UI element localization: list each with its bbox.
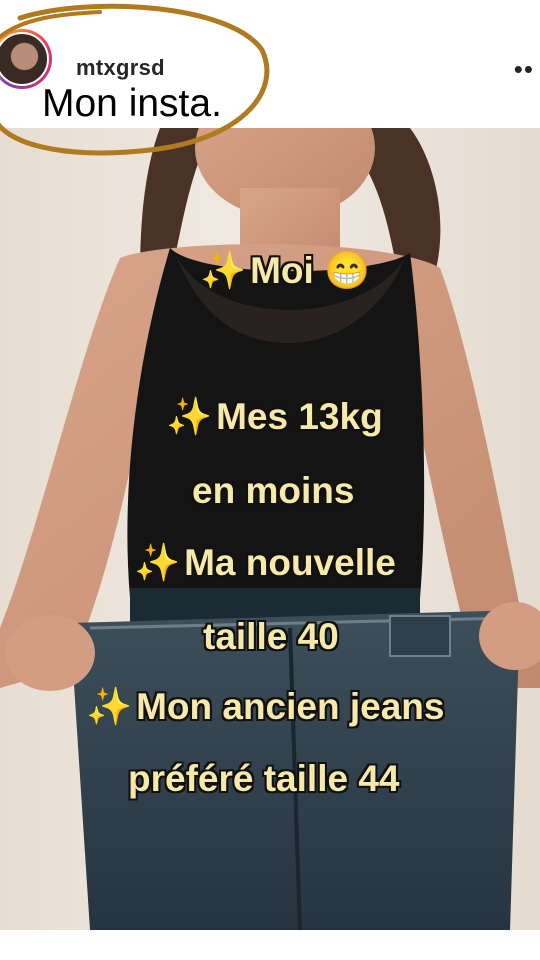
overlay-line-5: taille 40 <box>203 616 339 657</box>
more-dots-icon[interactable]: •• <box>514 56 534 82</box>
overlay-line-7: préféré taille 44 <box>128 758 400 799</box>
post-header: mtxgrsd Mon insta. •• <box>0 0 540 128</box>
overlay-line-4: ✨ Ma nouvelle <box>134 542 396 583</box>
avatar[interactable] <box>0 32 49 86</box>
sparkles-icon: ✨ <box>134 542 181 583</box>
footer-bar <box>0 930 540 960</box>
username[interactable]: mtxgrsd <box>76 55 165 81</box>
overlay-line-2: ✨ Mes 13kg <box>166 396 383 437</box>
overlay-line-6: ✨ Mon ancien jeans <box>86 686 445 727</box>
text-overlay: ✨ Moi 😁 ✨ Mes 13kg en moins ✨ Ma nouvelle t… <box>0 128 540 930</box>
sparkles-icon: ✨ <box>166 396 213 437</box>
story-ring[interactable] <box>0 29 52 89</box>
sparkles-icon: ✨ <box>200 250 247 291</box>
overlay-line-3: en moins <box>192 470 355 511</box>
caption-text: Mon insta. <box>42 82 222 125</box>
overlay-line-1: ✨ Moi 😁 <box>200 250 371 291</box>
grin-emoji-icon: 😁 <box>324 250 371 291</box>
sparkles-icon: ✨ <box>86 686 133 727</box>
